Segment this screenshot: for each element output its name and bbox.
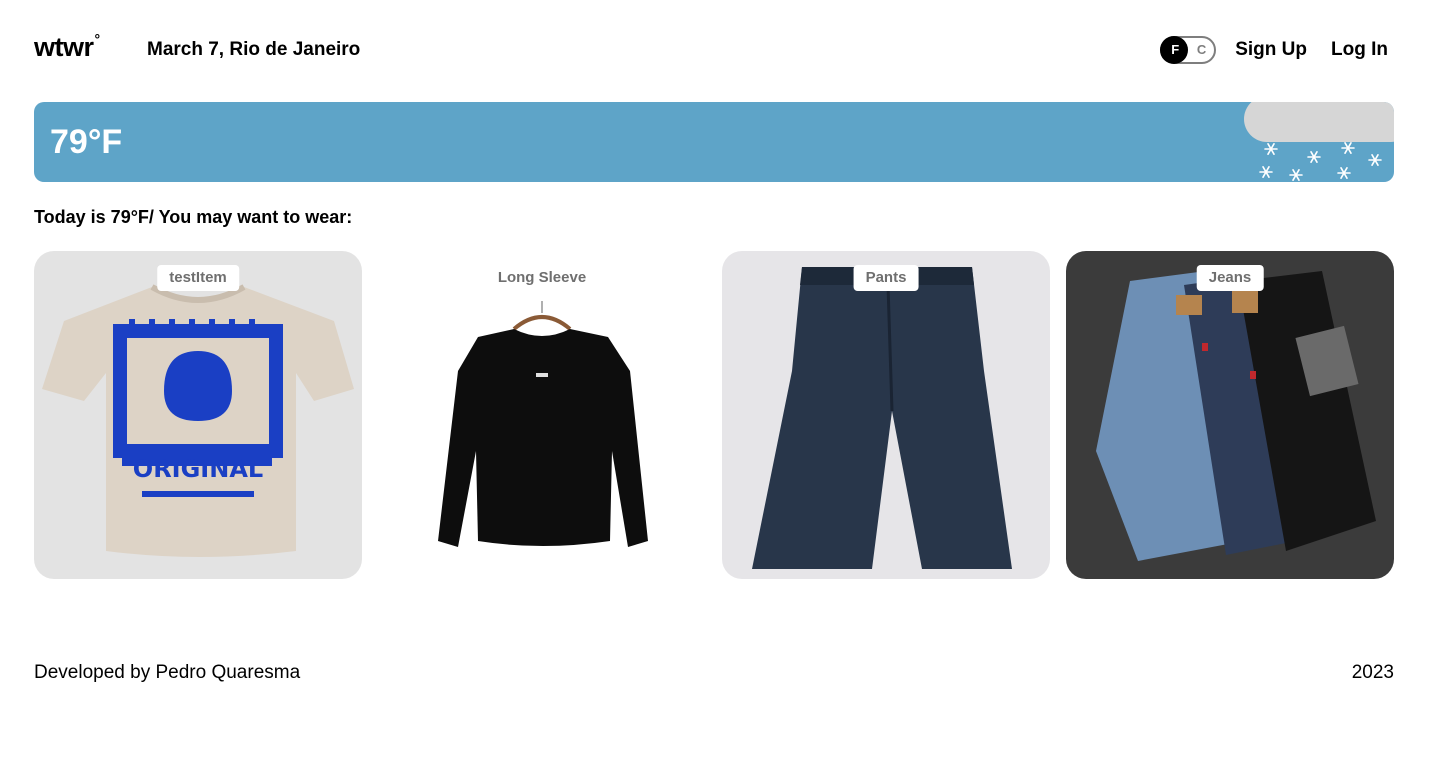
cloud-snow-icon — [1244, 102, 1394, 181]
weather-card: 79°F — [34, 102, 1394, 182]
clothing-card[interactable]: Jeans — [1066, 251, 1394, 579]
clothing-card[interactable]: Pants — [722, 251, 1050, 579]
toggle-option-f: F — [1171, 42, 1180, 57]
logo-text: wtwr — [34, 32, 94, 62]
card-label: Jeans — [1196, 265, 1264, 291]
header-actions: F C Sign Up Log In — [1160, 35, 1394, 65]
temperature-unit-toggle[interactable]: F C — [1160, 36, 1217, 64]
card-label: testItem — [157, 265, 239, 291]
log-in-button[interactable]: Log In — [1331, 39, 1388, 61]
beige-tshirt-image: ORIGINAL — [34, 251, 362, 579]
clothing-card[interactable]: ORIGINAL testItem — [34, 251, 362, 579]
logo-mark: ° — [94, 31, 101, 47]
sign-up-button[interactable]: Sign Up — [1235, 39, 1307, 61]
date-location: March 7, Rio de Janeiro — [147, 39, 361, 60]
logo[interactable]: wtwr° — [34, 31, 101, 66]
card-label: Pants — [853, 265, 919, 291]
card-label: Long Sleeve — [485, 265, 599, 291]
black-long-sleeve-image — [378, 251, 706, 579]
svg-text:ORIGINAL: ORIGINAL — [133, 455, 263, 483]
footer-credit: Developed by Pedro Quaresma — [34, 662, 301, 683]
clothing-list: ORIGINAL testItem Long Sleeve Pants Jean… — [34, 251, 1394, 579]
toggle-option-c: C — [1196, 42, 1207, 57]
dark-pants-image — [722, 251, 1050, 579]
weather-temperature: 79°F — [50, 123, 123, 161]
footer-year: 2023 — [1351, 662, 1394, 683]
clothing-card[interactable]: Long Sleeve — [378, 251, 706, 579]
recommendation-text: Today is 79°F/ You may want to wear: — [34, 207, 353, 227]
header: wtwr° March 7, Rio de Janeiro F C Sign U… — [34, 30, 1394, 70]
jeans-stack-image — [1066, 251, 1394, 579]
